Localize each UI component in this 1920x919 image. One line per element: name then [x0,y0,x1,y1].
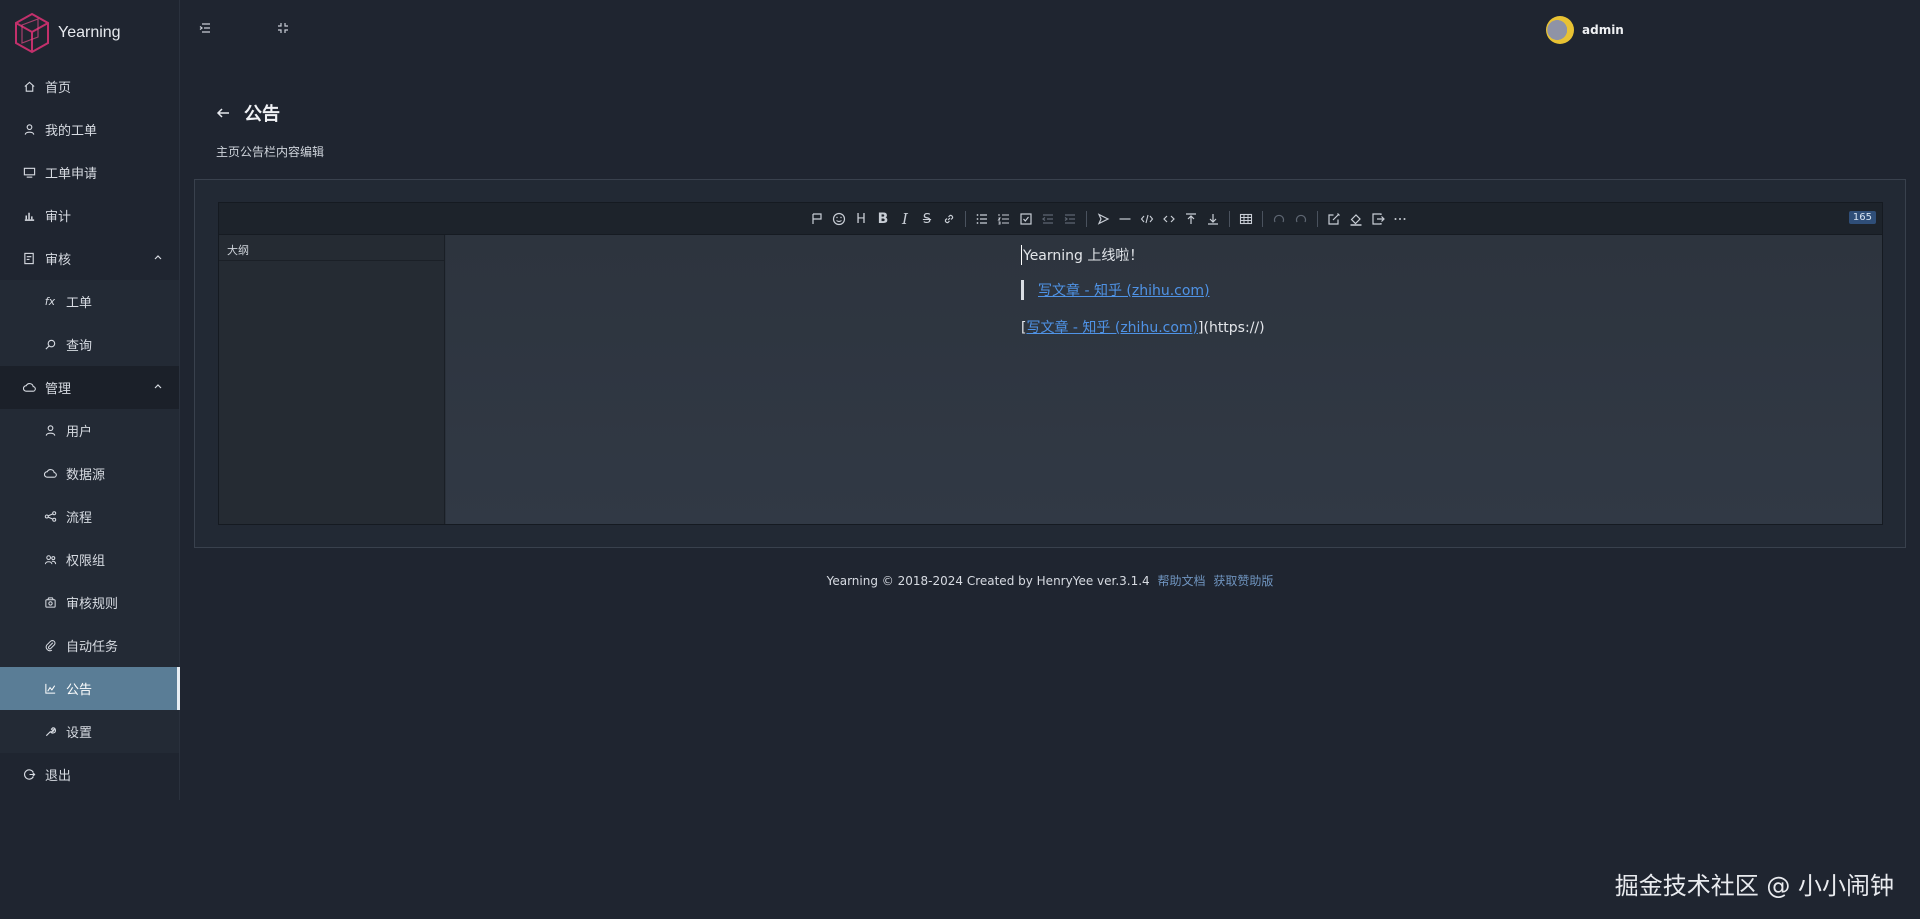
logo[interactable]: Yearning [0,0,179,65]
content-line[interactable]: [写文章 - 知乎 (zhihu.com)](https://) [1021,317,1265,337]
redo-icon[interactable] [1290,208,1312,230]
copyright-text: Yearning © 2018-2024 Created by HenryYee… [826,574,1150,588]
app-name: Yearning [58,23,121,41]
user-menu[interactable]: admin [1546,16,1624,44]
cloud-icon [22,381,36,395]
top-header [180,0,1920,58]
toolbar-divider [1262,211,1263,227]
sidebar-item-flow[interactable]: 流程 [0,495,179,538]
markdown-editor: H B I S 165 大纲 Yearning 上线啦！ 写文章 - 知乎 (z… [218,202,1883,525]
sidebar-item-manage[interactable]: 管理 [0,366,179,409]
strike-icon[interactable]: S [916,208,938,230]
sponsor-link[interactable]: 获取赞助版 [1213,574,1273,588]
content-line[interactable]: Yearning 上线啦！ [1021,245,1143,265]
sidebar: Yearning 首页 我的工单 工单申请 审计 审核 fx 工单 查询 管理 … [0,0,180,800]
char-count-badge: 165 [1848,211,1876,224]
quote-link[interactable]: 写文章 - 知乎 (zhihu.com) [1038,280,1210,300]
heading-icon[interactable]: H [850,208,872,230]
sidebar-item-query[interactable]: 查询 [0,323,179,366]
table-icon[interactable] [1235,208,1257,230]
checklist-icon[interactable] [1015,208,1037,230]
cloud-icon [43,467,57,481]
footer: Yearning © 2018-2024 Created by HenryYee… [0,572,1920,589]
inline-code-icon[interactable] [1158,208,1180,230]
help-docs-link[interactable]: 帮助文档 [1158,574,1206,588]
toolbar-divider [1317,211,1318,227]
page-header: 公告 [214,100,280,126]
chart-line-icon [43,682,57,696]
username: admin [1582,23,1624,37]
code-block-icon[interactable] [1136,208,1158,230]
paperclip-icon [43,639,57,653]
toolbar-divider [965,211,966,227]
insert-after-icon[interactable] [1202,208,1224,230]
share-icon [43,510,57,524]
monitor-icon [22,166,36,180]
edit-mode-icon[interactable] [1323,208,1345,230]
outline-title: 大纲 [219,235,444,261]
page-subtitle: 主页公告栏内容编辑 [216,145,325,159]
export-icon[interactable] [1367,208,1389,230]
outline-panel: 大纲 [219,235,445,524]
logout-icon [22,768,36,782]
menu-fold-icon[interactable] [198,20,214,36]
blockquote[interactable]: 写文章 - 知乎 (zhihu.com) [1021,280,1210,300]
heading-mark-icon[interactable] [806,208,828,230]
sidebar-item-announcement[interactable]: 公告 [0,667,180,710]
chevron-up-icon [154,255,162,260]
sidebar-item-users[interactable]: 用户 [0,409,179,452]
sidebar-item-home[interactable]: 首页 [0,65,179,108]
editor-card: H B I S 165 大纲 Yearning 上线啦！ 写文章 - 知乎 (z… [194,179,1906,548]
editor-content[interactable]: Yearning 上线啦！ 写文章 - 知乎 (zhihu.com) [写文章 … [446,235,1882,524]
toolbar-divider [1086,211,1087,227]
sidebar-item-apply[interactable]: 工单申请 [0,151,179,194]
sidebar-item-datasource[interactable]: 数据源 [0,452,179,495]
page-title: 公告 [244,104,280,125]
sidebar-item-review[interactable]: 审核 [0,237,179,280]
sidebar-item-auto-task[interactable]: 自动任务 [0,624,179,667]
watermark: 掘金技术社区 @ 小小闹钟 [1614,872,1894,900]
sidebar-item-my-orders[interactable]: 我的工单 [0,108,179,151]
rule-icon [43,596,57,610]
arrow-left-icon[interactable] [214,104,232,122]
sidebar-item-audit-log[interactable]: 审计 [0,194,179,237]
horizontal-rule-icon[interactable] [1114,208,1136,230]
chart-icon [22,209,36,223]
italic-icon[interactable]: I [894,208,916,230]
editor-toolbar: H B I S 165 [219,203,1882,235]
inline-link[interactable]: 写文章 - 知乎 (zhihu.com) [1026,320,1198,336]
sidebar-item-order[interactable]: fx 工单 [0,280,179,323]
ordered-list-icon[interactable] [993,208,1015,230]
sidebar-item-logout[interactable]: 退出 [0,753,179,796]
user-icon [22,123,36,137]
cube-logo-icon [15,12,49,53]
insert-before-icon[interactable] [1180,208,1202,230]
sidebar-item-settings[interactable]: 设置 [0,710,179,753]
search-icon [43,338,57,352]
paint-bucket-icon[interactable] [1345,208,1367,230]
user-icon [43,424,57,438]
wrench-icon [43,725,57,739]
indent-icon[interactable] [1059,208,1081,230]
group-icon [43,553,57,567]
avatar[interactable] [1546,16,1574,44]
bold-icon[interactable]: B [872,208,894,230]
audit-icon [22,252,36,266]
chevron-up-icon [154,384,162,389]
quote-icon[interactable] [1092,208,1114,230]
more-icon[interactable] [1389,208,1411,230]
unordered-list-icon[interactable] [971,208,993,230]
fx-icon: fx [44,295,56,308]
home-icon [22,80,36,94]
toolbar-divider [1229,211,1230,227]
outdent-icon[interactable] [1037,208,1059,230]
link-icon[interactable] [938,208,960,230]
fullscreen-icon[interactable] [276,20,292,36]
emoji-icon[interactable] [828,208,850,230]
undo-icon[interactable] [1268,208,1290,230]
